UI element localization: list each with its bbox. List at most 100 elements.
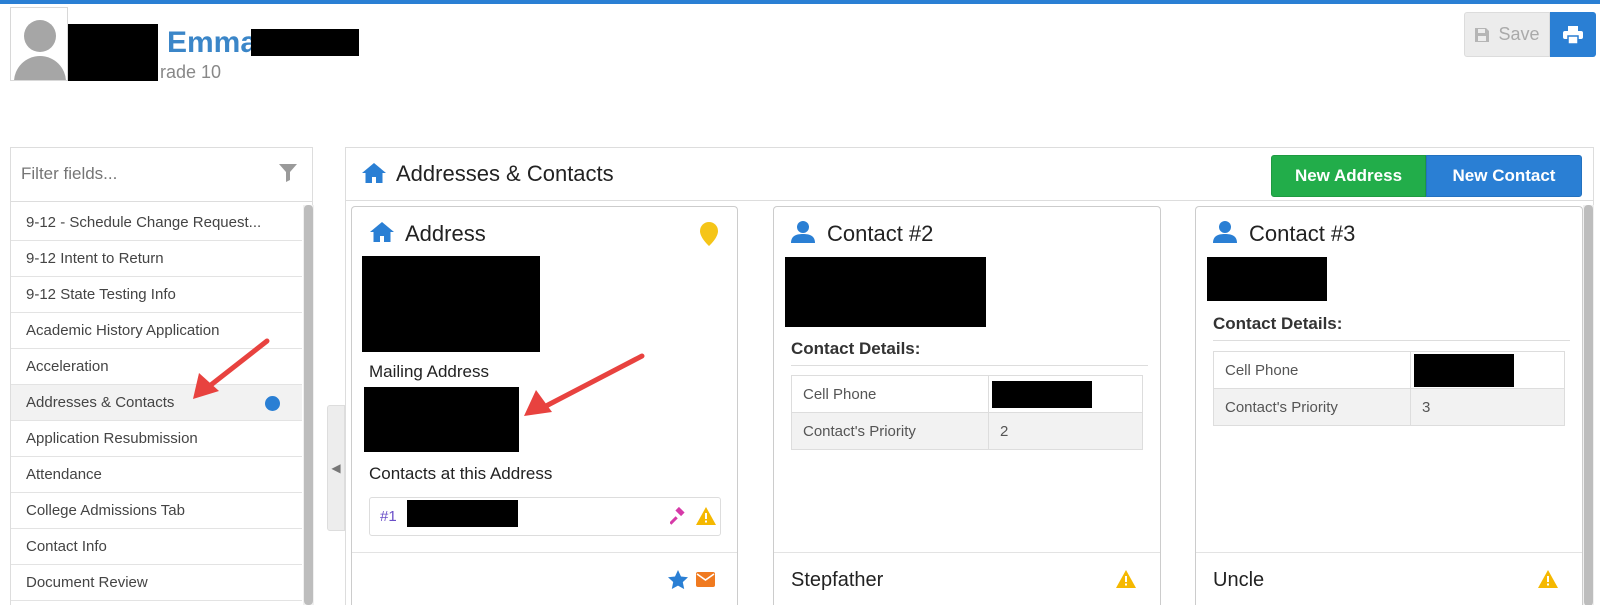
contacts-at-address-label: Contacts at this Address xyxy=(369,464,553,483)
envelope-icon[interactable] xyxy=(696,572,715,587)
sidebar-item-document-review[interactable]: Document Review xyxy=(11,565,302,601)
sidebar-item-label: Application Resubmission xyxy=(26,430,198,447)
home-icon xyxy=(362,163,386,183)
sidebar-item-addresses-contacts[interactable]: Addresses & Contacts xyxy=(11,385,302,421)
detail-label-cell: Contact's Priority xyxy=(791,412,989,450)
sidebar-item-application-resubmission[interactable]: Application Resubmission xyxy=(11,421,302,457)
sidebar-item-college-admissions[interactable]: College Admissions Tab xyxy=(11,493,302,529)
student-avatar xyxy=(10,7,68,81)
detail-value-cell xyxy=(1410,351,1565,389)
contact-3-title: Contact #3 xyxy=(1249,221,1356,246)
warning-icon[interactable] xyxy=(696,507,716,525)
redacted-address-block xyxy=(362,256,540,352)
sidebar-item-schedule-change[interactable]: 9-12 - Schedule Change Request... xyxy=(11,205,302,241)
contact-3-details-label: Contact Details: xyxy=(1213,314,1570,341)
sidebar-item-label: College Admissions Tab xyxy=(26,502,185,519)
address-contact-row[interactable]: #1 xyxy=(369,497,721,536)
redacted-mailing-address-block xyxy=(364,387,519,452)
avatar-body-shape xyxy=(14,56,66,80)
warning-icon[interactable] xyxy=(1116,570,1136,588)
field-list: 9-12 - Schedule Change Request... 9-12 I… xyxy=(11,205,302,601)
table-row: Contact's Priority 3 xyxy=(1213,388,1565,426)
detail-value-cell: 2 xyxy=(988,412,1143,450)
home-icon xyxy=(370,222,394,242)
active-indicator-dot xyxy=(265,396,280,411)
contact-2-title: Contact #2 xyxy=(827,221,934,246)
sidebar-scrollbar-thumb[interactable] xyxy=(304,205,313,605)
student-grade: rade 10 xyxy=(160,62,222,82)
redacted-contact-3-name xyxy=(1207,257,1327,301)
detail-label-cell: Cell Phone xyxy=(791,375,989,413)
sidebar-item-label: Attendance xyxy=(26,466,102,483)
panel-scrollbar[interactable] xyxy=(1583,205,1594,605)
address-card-title: Address xyxy=(405,221,486,246)
detail-label-cell: Cell Phone xyxy=(1213,351,1411,389)
contact-3-relationship: Uncle xyxy=(1213,569,1265,591)
sidebar-item-label: 9-12 - Schedule Change Request... xyxy=(26,214,262,231)
sidebar-item-label: Addresses & Contacts xyxy=(26,394,175,411)
address-card: Address Mailing Address Contacts at this… xyxy=(351,206,738,605)
field-navigation-sidebar: 9-12 - Schedule Change Request... 9-12 I… xyxy=(10,147,314,605)
new-address-button[interactable]: New Address xyxy=(1271,155,1426,197)
panel-header: Addresses & Contacts New Address New Con… xyxy=(346,148,1593,201)
save-icon xyxy=(1475,27,1490,42)
map-pin-icon[interactable] xyxy=(700,222,718,246)
contact-2-card: Contact #2 Contact Details: Cell Phone C… xyxy=(773,206,1161,605)
warning-icon[interactable] xyxy=(1538,570,1558,588)
filter-bar xyxy=(11,148,312,202)
user-icon xyxy=(791,221,815,243)
filter-fields-input[interactable] xyxy=(21,159,271,189)
sidebar-item-label: Contact Info xyxy=(26,538,107,555)
sidebar-item-label: Acceleration xyxy=(26,358,109,375)
star-icon[interactable] xyxy=(668,570,688,589)
sidebar-item-label: Document Review xyxy=(26,574,148,591)
student-first-name: Emma xyxy=(167,26,258,59)
sidebar-scrollbar[interactable] xyxy=(303,205,314,605)
contact-number: #1 xyxy=(380,508,397,525)
save-button-label: Save xyxy=(1498,24,1540,44)
avatar-head-shape xyxy=(24,20,56,52)
sidebar-item-attendance[interactable]: Attendance xyxy=(11,457,302,493)
table-row: Cell Phone xyxy=(1213,351,1565,389)
contact-3-footer: Uncle xyxy=(1196,552,1582,605)
contact-3-card: Contact #3 Contact Details: Cell Phone C… xyxy=(1195,206,1583,605)
sidebar-item-acceleration[interactable]: Acceleration xyxy=(11,349,302,385)
contact-2-relationship: Stepfather xyxy=(791,569,884,591)
sidebar-item-contact-info[interactable]: Contact Info xyxy=(11,529,302,565)
redacted-contact-2-name xyxy=(785,257,986,327)
contact-3-details-table: Cell Phone Contact's Priority 3 xyxy=(1213,351,1565,426)
collapse-sidebar-toggle[interactable]: ◀ xyxy=(327,405,345,531)
new-contact-button[interactable]: New Contact xyxy=(1426,155,1582,197)
table-row: Contact's Priority 2 xyxy=(791,412,1143,450)
sidebar-item-academic-history[interactable]: Academic History Application xyxy=(11,313,302,349)
contact-2-details-label: Contact Details: xyxy=(791,339,1148,366)
filter-icon[interactable] xyxy=(279,164,297,182)
detail-label-cell: Contact's Priority xyxy=(1213,388,1411,426)
redacted-last-name-block xyxy=(68,24,158,81)
redacted-name-block xyxy=(251,29,359,56)
address-card-footer xyxy=(352,552,737,605)
table-row: Cell Phone xyxy=(791,375,1143,413)
print-icon xyxy=(1563,25,1583,44)
contact-2-footer: Stepfather xyxy=(774,552,1160,605)
sidebar-item-intent-to-return[interactable]: 9-12 Intent to Return xyxy=(11,241,302,277)
sidebar-item-label: Academic History Application xyxy=(26,322,220,339)
redacted-contact-name xyxy=(407,500,518,527)
contact-2-details-table: Cell Phone Contact's Priority 2 xyxy=(791,375,1143,450)
redacted-cell-phone xyxy=(992,380,1092,408)
gavel-icon[interactable] xyxy=(670,507,688,525)
sidebar-item-label: 9-12 Intent to Return xyxy=(26,250,164,267)
print-button[interactable] xyxy=(1550,12,1596,57)
contact-row-tools xyxy=(670,507,716,525)
user-icon xyxy=(1213,221,1237,243)
top-accent-bar xyxy=(0,0,1600,4)
save-button[interactable]: Save xyxy=(1464,12,1550,57)
sidebar-item-state-testing[interactable]: 9-12 State Testing Info xyxy=(11,277,302,313)
detail-value-cell: 3 xyxy=(1410,388,1565,426)
sidebar-item-label: 9-12 State Testing Info xyxy=(26,286,176,303)
redacted-cell-phone xyxy=(1414,353,1514,387)
detail-value-cell xyxy=(988,375,1143,413)
mailing-address-label: Mailing Address xyxy=(369,362,490,381)
panel-scrollbar-thumb[interactable] xyxy=(1584,205,1593,605)
panel-title: Addresses & Contacts xyxy=(396,161,614,186)
